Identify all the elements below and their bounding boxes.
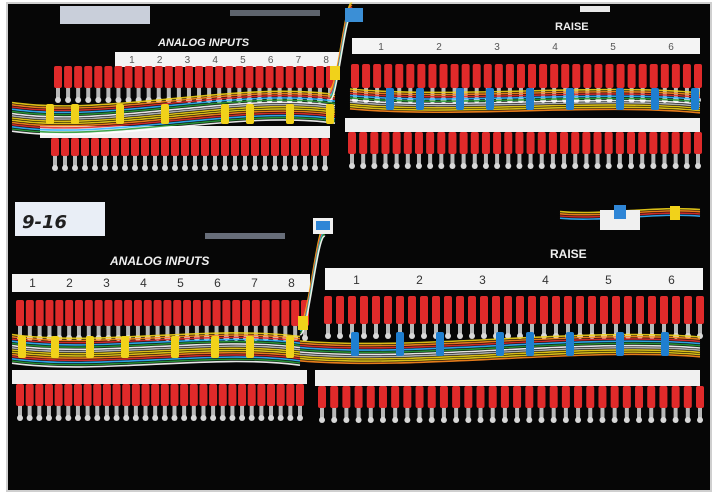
bottom-analog-channel-number: 4	[140, 276, 147, 290]
bottom-analog-channel-number: 5	[177, 276, 184, 290]
top-analog-channel-number: 8	[323, 55, 329, 66]
bottom-raise-channel-number: 3	[479, 273, 486, 287]
top-raise-label: RAISE	[555, 21, 589, 33]
bottom-analog-channel-number: 2	[66, 276, 73, 290]
top-analog-channel-number: 5	[240, 55, 246, 66]
bottom-analog-channel-number: 8	[288, 276, 295, 290]
bottom-analog-channel-number: 1	[29, 276, 36, 290]
bottom-raise-number-strip	[325, 268, 703, 290]
bottom-analog-channel-number: 6	[214, 276, 221, 290]
bottom-raise-channel-number: 2	[416, 273, 423, 287]
top-raise-channel-number: 1	[378, 42, 384, 53]
top-analog-channel-number: 1	[129, 55, 135, 66]
top-raise-number-strip	[352, 38, 700, 54]
bottom-raise-channel-number: 6	[668, 273, 675, 287]
photo: ANALOG INPUTS RAISE ANALOG INPUTS RAISE …	[8, 2, 710, 490]
bottom-raise-label: RAISE	[550, 247, 587, 261]
top-analog-channel-number: 4	[212, 55, 218, 66]
bottom-raise-channel-number: 5	[605, 273, 612, 287]
channel-range-tape-label: 9-16	[22, 212, 67, 233]
top-analog-inputs-label: ANALOG INPUTS	[157, 37, 250, 49]
top-raise-channel-number: 4	[552, 42, 558, 53]
top-raise-channel-number: 6	[668, 42, 674, 53]
bottom-analog-number-strip	[12, 274, 310, 292]
top-raise-channel-number: 5	[610, 42, 616, 53]
bottom-analog-channel-number: 3	[103, 276, 110, 290]
bottom-analog-inputs-label: ANALOG INPUTS	[109, 254, 209, 268]
bottom-raise-channel-number: 1	[353, 273, 360, 287]
top-analog-channel-number: 7	[296, 55, 302, 66]
bottom-analog-channel-number: 7	[251, 276, 258, 290]
top-analog-channel-number: 2	[157, 55, 163, 66]
top-analog-channel-number: 6	[268, 55, 274, 66]
bottom-raise-channel-number: 4	[542, 273, 549, 287]
top-analog-number-strip	[115, 52, 340, 67]
top-raise-channel-number: 3	[494, 42, 500, 53]
top-analog-channel-number: 3	[185, 55, 191, 66]
top-raise-channel-number: 2	[436, 42, 442, 53]
